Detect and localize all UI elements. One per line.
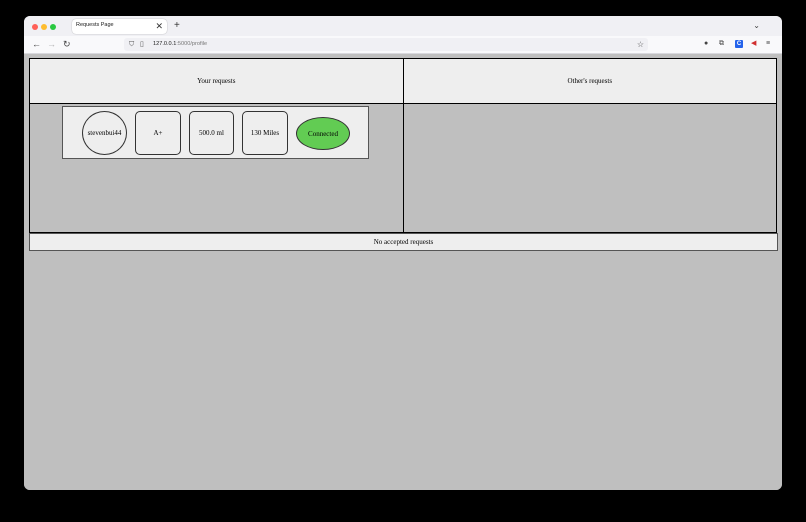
request-amount: 500.0 ml [189, 111, 234, 155]
menu-icon[interactable]: ≡ [766, 39, 770, 49]
zoom-window-button[interactable] [50, 24, 56, 30]
url-path: :5000/profile [176, 41, 208, 47]
close-window-button[interactable] [32, 24, 38, 30]
others-requests-header: Other's requests [402, 58, 777, 104]
request-distance: 130 Miles [242, 111, 288, 155]
navigation-toolbar: ← → ↻ ⛉ ▯ 127.0.0.1:5000/profile ☆ ● ⧉ C… [24, 36, 782, 54]
minimize-window-button[interactable] [41, 24, 47, 30]
megaphone-icon[interactable]: ◀ [751, 39, 756, 49]
tab-bar: Requests Page ✕ + ⌄ [24, 16, 782, 36]
request-username: stevenbui44 [82, 111, 127, 155]
others-requests-cell [402, 103, 777, 233]
request-card: stevenbui44 A+ 500.0 ml 130 Miles Connec… [62, 106, 369, 159]
puzzle-icon[interactable]: ⧉ [719, 39, 724, 49]
your-requests-cell: stevenbui44 A+ 500.0 ml 130 Miles Connec… [29, 103, 404, 233]
forward-icon[interactable]: → [47, 38, 56, 50]
requests-table: Your requests Other's requests stevenbui… [29, 58, 777, 233]
list-all-tabs-icon[interactable]: ⌄ [753, 19, 760, 33]
tab-title: Requests Page [76, 22, 114, 28]
tab-close-icon[interactable]: ✕ [155, 20, 163, 32]
page-body: Your requests Other's requests stevenbui… [29, 58, 778, 251]
your-requests-header: Your requests [29, 58, 404, 104]
extension-c-icon[interactable]: C [735, 40, 743, 48]
shield-icon[interactable]: ⛉ [129, 39, 134, 50]
request-status-connected[interactable]: Connected [296, 117, 350, 150]
reload-icon[interactable]: ↻ [63, 38, 71, 50]
request-blood-type: A+ [135, 111, 181, 155]
page-content: Your requests Other's requests stevenbui… [24, 54, 782, 490]
url-text[interactable]: 127.0.0.1:5000/profile [153, 41, 207, 47]
url-host: 127.0.0.1 [153, 41, 177, 47]
tab-requests-page[interactable]: Requests Page ✕ [72, 19, 167, 34]
accepted-requests-bar: No accepted requests [29, 233, 778, 251]
back-icon[interactable]: ← [32, 38, 41, 50]
address-bar[interactable]: ⛉ ▯ 127.0.0.1:5000/profile ☆ [124, 38, 648, 51]
extension-icon[interactable]: ● [704, 39, 708, 49]
bookmark-star-icon[interactable]: ☆ [637, 38, 644, 51]
new-tab-button[interactable]: + [174, 19, 180, 33]
browser-window: Requests Page ✕ + ⌄ ← → ↻ ⛉ ▯ 127.0.0.1:… [24, 16, 782, 490]
page-icon[interactable]: ▯ [140, 39, 144, 50]
